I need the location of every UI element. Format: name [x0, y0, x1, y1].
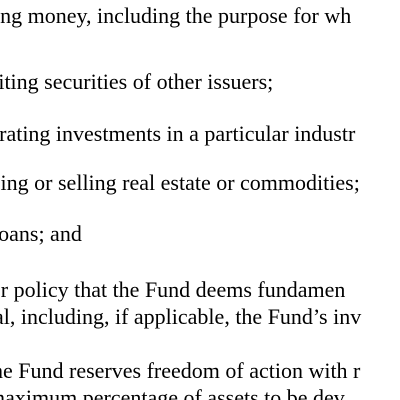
text-line-real-estate-commodities: sing or selling real estate or commoditi…	[0, 170, 360, 195]
text-line-investment-objective: al, including, if applicable, the Fund’s…	[0, 304, 362, 329]
text-line-maximum-percentage: maximum percentage of assets to be dev	[0, 385, 345, 400]
text-line-making-loans: loans; and	[0, 221, 82, 246]
text-line-freedom-of-action: he Fund reserves freedom of action with …	[0, 358, 361, 383]
text-line-concentrating-investments: trating investments in a particular indu…	[0, 121, 356, 146]
text-line-borrowing-money: ing money, including the purpose for wh	[0, 3, 352, 28]
text-line-fundamental-policy: er policy that the Fund deems fundamen	[0, 277, 346, 302]
document-page: ing money, including the purpose for wh …	[0, 0, 400, 400]
text-line-underwriting-securities: riting securities of other issuers;	[0, 69, 274, 94]
